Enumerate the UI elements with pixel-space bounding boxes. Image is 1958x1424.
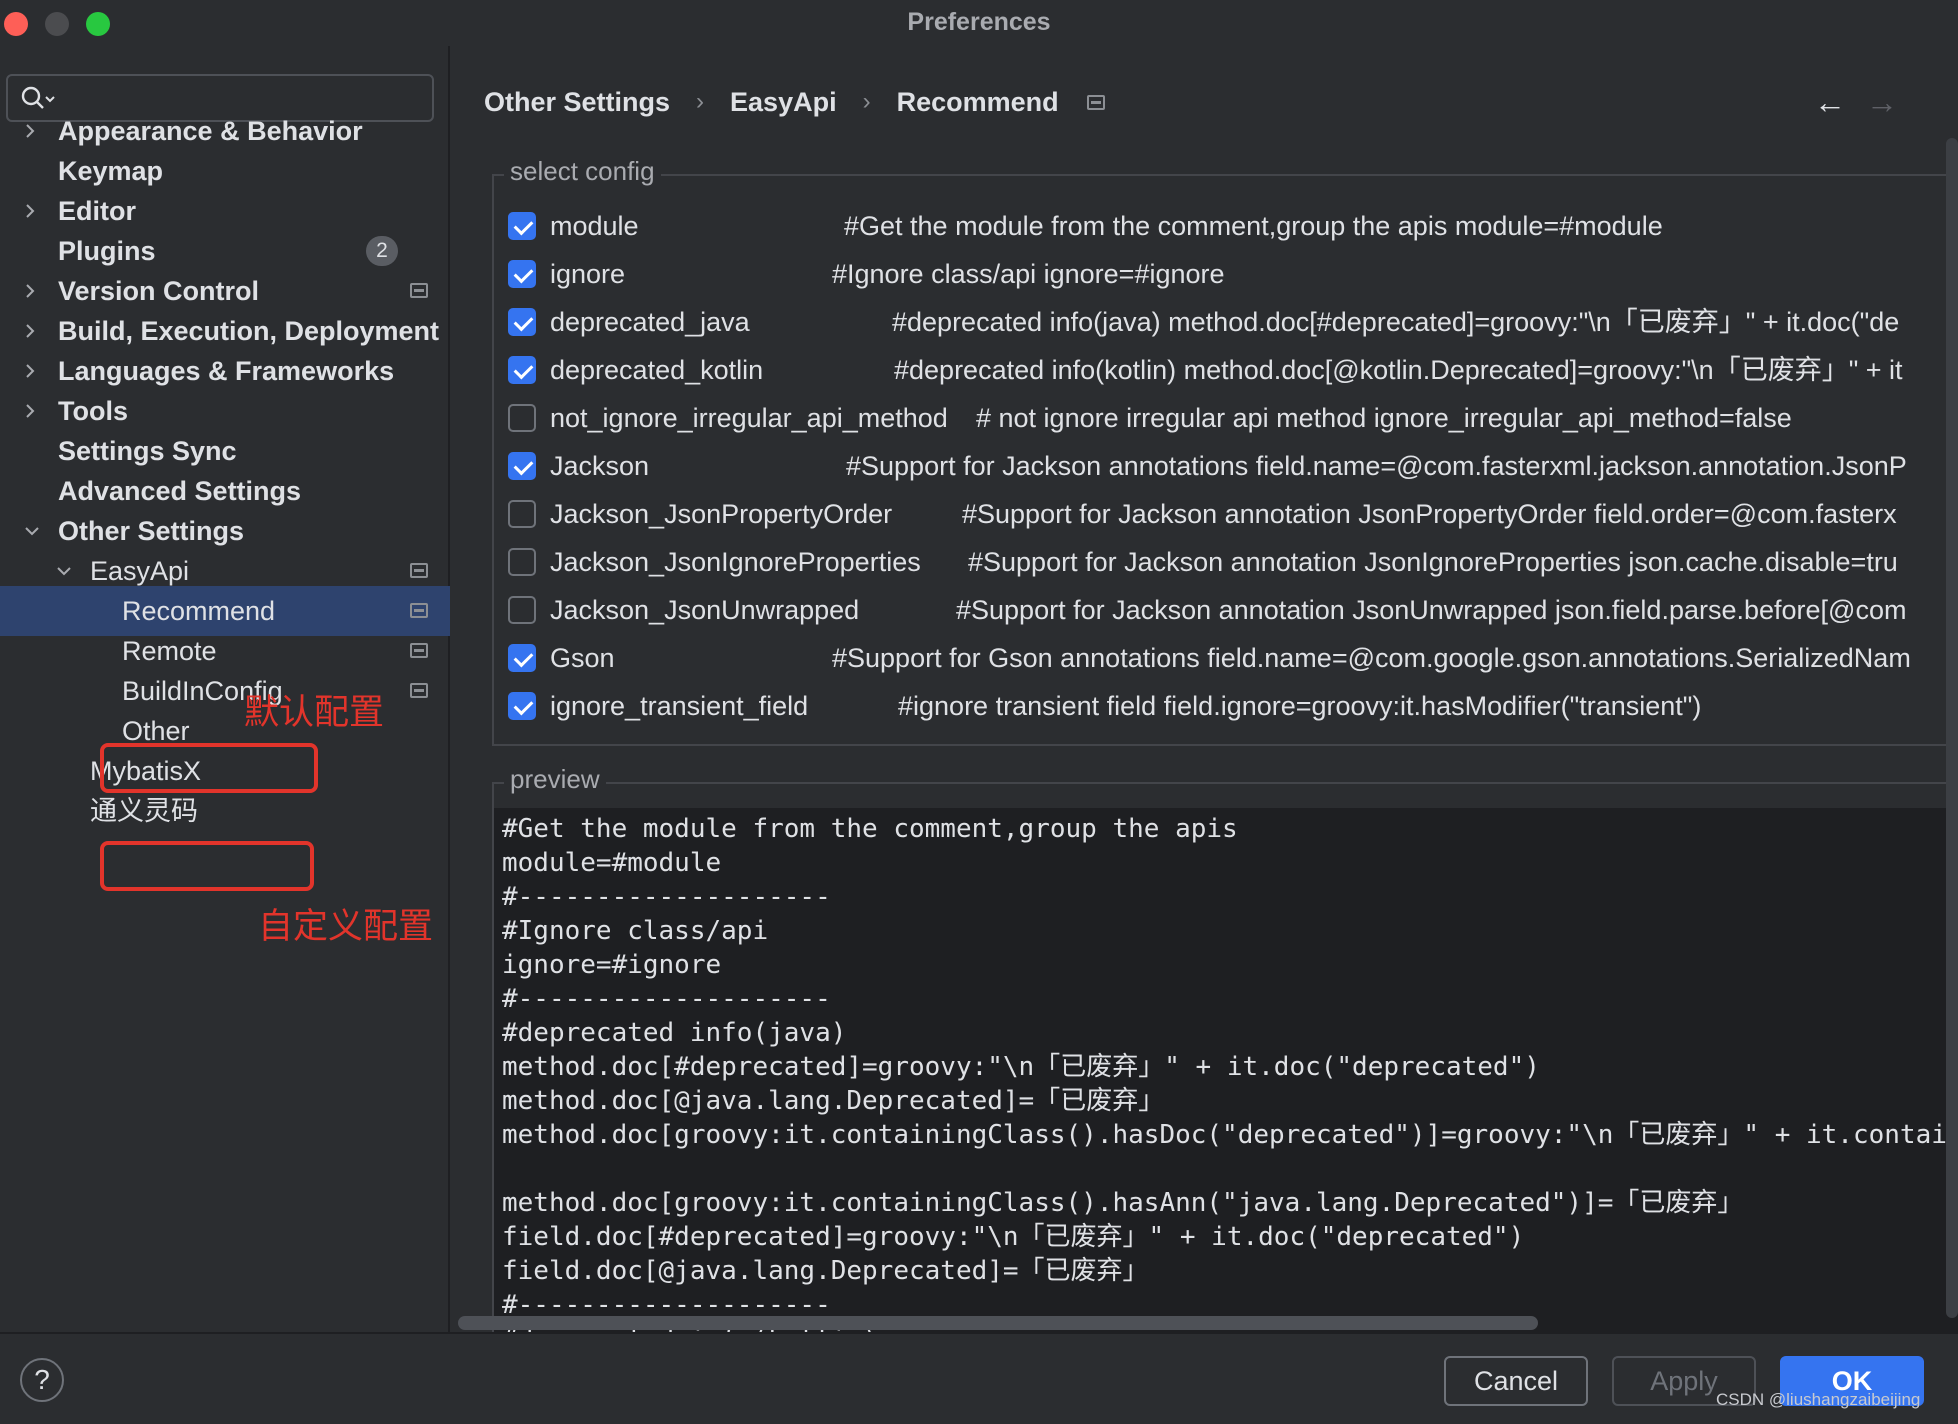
vertical-scrollbar[interactable] (1946, 138, 1958, 1318)
select-config-group: select config module #Get the module from… (492, 156, 1958, 746)
config-name: ignore_transient_field (550, 691, 809, 721)
project-level-icon (410, 643, 428, 658)
project-level-icon (410, 563, 428, 578)
preview-line: method.doc[groovy:it.containingClass().h… (502, 1188, 1744, 1218)
project-level-icon (410, 283, 428, 298)
config-name: Jackson_JsonPropertyOrder (550, 499, 893, 529)
preview-line: method.doc[@java.lang.Deprecated]=「已废弃」 (502, 1086, 1165, 1116)
config-name: Gson (550, 643, 615, 673)
select-config-title: select config (504, 156, 661, 187)
config-description: #Support for Jackson annotation JsonProp… (962, 499, 1897, 529)
annotation-custom-config: 自定义配置 (258, 907, 434, 947)
config-description: #Support for Gson annotations field.name… (832, 643, 1911, 673)
breadcrumb-item[interactable]: Other Settings (484, 87, 670, 118)
preview-group: preview #Get the module from the comment… (492, 764, 1958, 1338)
config-checkbox[interactable] (508, 692, 536, 720)
forward-arrow-icon[interactable]: → (1866, 86, 1898, 118)
config-name: Jackson_JsonIgnoreProperties (550, 547, 921, 577)
preview-line: field.doc[#deprecated]=groovy:"\n「已废弃」" … (502, 1222, 1525, 1252)
config-checkbox[interactable] (508, 308, 536, 336)
annotation-highlight-recommend (100, 743, 318, 793)
config-description: #Ignore class/api ignore=#ignore (832, 259, 1225, 289)
settings-sidebar: Appearance & Behavior Keymap Editor Plug… (0, 46, 450, 1332)
config-checkbox[interactable] (508, 596, 536, 624)
preview-line: method.doc[groovy:it.containingClass().h… (502, 1120, 1958, 1150)
preview-title: preview (504, 764, 606, 795)
config-description: #deprecated info(kotlin) method.doc[@kot… (894, 355, 1903, 385)
config-name: module (550, 211, 639, 241)
settings-content-panel: Other Settings › EasyApi › Recommend ← →… (452, 46, 1958, 1338)
config-checkbox[interactable] (508, 212, 536, 240)
config-description: #Support for Jackson annotations field.n… (846, 451, 1907, 481)
preview-line: #Get the module from the comment,group t… (502, 814, 1238, 844)
config-description: #deprecated info(java) method.doc[#depre… (892, 307, 1900, 337)
help-button[interactable]: ? (20, 1358, 64, 1402)
preview-line: #deprecated info(java) (502, 1018, 847, 1048)
config-checkbox[interactable] (508, 548, 536, 576)
breadcrumb-separator-icon: › (862, 88, 871, 115)
title-bar: Preferences (0, 0, 1958, 46)
annotation-highlight-buildinconfig (100, 841, 314, 891)
preview-line: method.doc[#deprecated]=groovy:"\n「已废弃」"… (502, 1052, 1540, 1082)
config-name: deprecated_java (550, 307, 750, 337)
preview-line: ignore=#ignore (502, 950, 722, 980)
config-checkbox[interactable] (508, 404, 536, 432)
preview-line: module=#module (502, 848, 722, 878)
config-name: not_ignore_irregular_api_method (550, 403, 948, 433)
plugins-update-badge: 2 (366, 236, 398, 266)
config-description: #Support for Jackson annotation JsonUnwr… (956, 595, 1907, 625)
window-title: Preferences (907, 8, 1051, 36)
config-name: Jackson_JsonUnwrapped (550, 595, 860, 625)
config-checkbox[interactable] (508, 356, 536, 384)
preview-line: #Ignore class/api (502, 916, 769, 946)
config-name: Jackson (550, 451, 650, 481)
project-level-icon (1086, 94, 1105, 110)
config-description: # not ignore irregular api method ignore… (976, 403, 1792, 433)
preview-line: #-------------------- (502, 984, 831, 1014)
annotation-default-config: 默认配置 (244, 693, 385, 733)
config-description: #ignore transient field field.ignore=gro… (898, 691, 1702, 721)
config-checkbox[interactable] (508, 452, 536, 480)
config-name: ignore (550, 259, 626, 289)
cancel-button[interactable]: Cancel (1444, 1356, 1588, 1406)
breadcrumb: Other Settings › EasyApi › Recommend (484, 82, 1105, 122)
back-arrow-icon[interactable]: ← (1814, 86, 1846, 118)
config-name: deprecated_kotlin (550, 355, 764, 385)
horizontal-scrollbar[interactable] (458, 1316, 1538, 1330)
project-level-icon (410, 683, 428, 698)
config-checkbox[interactable] (508, 500, 536, 528)
config-checkbox[interactable] (508, 260, 536, 288)
preview-line: #-------------------- (502, 882, 831, 912)
config-description: #Get the module from the comment,group t… (844, 211, 1663, 241)
dialog-footer: ? Cancel Apply OK (0, 1332, 1958, 1424)
breadcrumb-separator-icon: › (696, 88, 705, 115)
watermark: CSDN @liushangzaibeijing (1716, 1390, 1921, 1409)
project-level-icon (410, 603, 428, 618)
sidebar-item-label: 通义灵码 (90, 796, 198, 826)
preview-line: field.doc[@java.lang.Deprecated]=「已废弃」 (502, 1256, 1149, 1286)
breadcrumb-item[interactable]: EasyApi (730, 87, 837, 118)
breadcrumb-item: Recommend (896, 86, 1059, 117)
preview-text-area[interactable]: #Get the module from the comment,group t… (494, 808, 1958, 1338)
config-checkbox[interactable] (508, 644, 536, 672)
sidebar-item-tongyi-lingma[interactable]: 通义灵码 (0, 786, 450, 836)
config-description: #Support for Jackson annotation JsonIgno… (968, 547, 1898, 577)
